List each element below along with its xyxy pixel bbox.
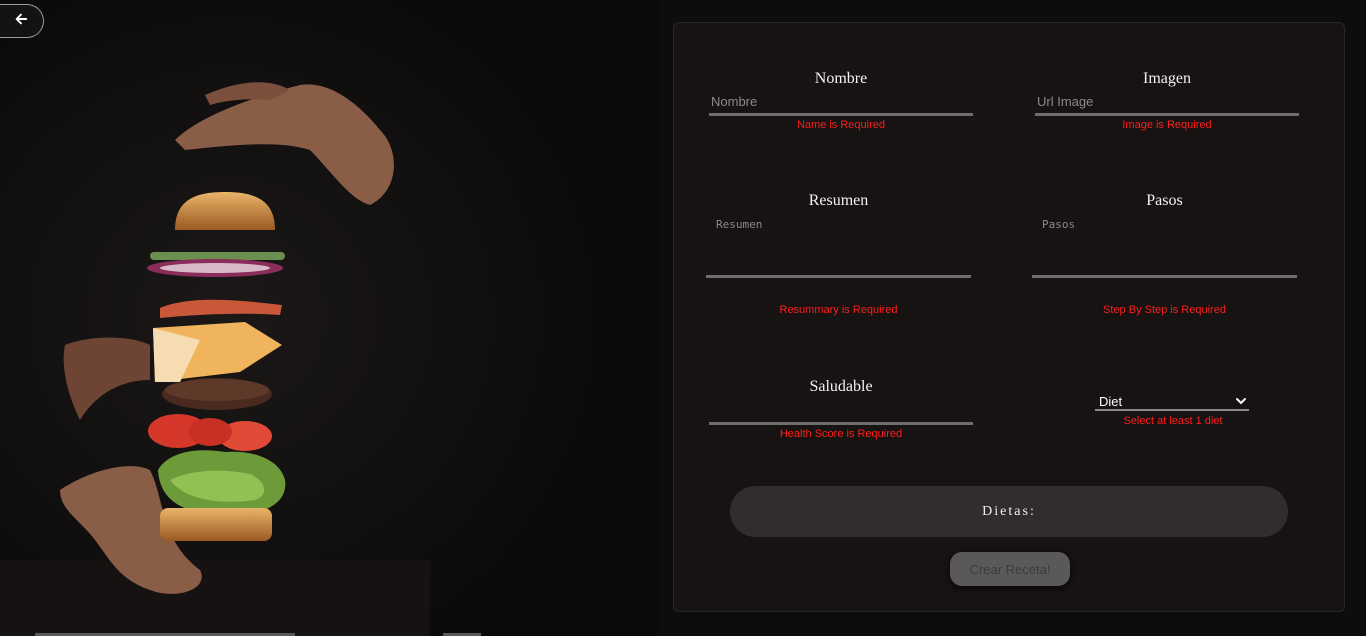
imagen-label: Imagen: [1143, 70, 1191, 87]
nombre-label: Nombre: [814, 70, 868, 87]
resumen-label: Resumen: [808, 192, 869, 209]
diet-select[interactable]: Diet: [1095, 393, 1249, 411]
saludable-label: Saludable: [809, 378, 873, 395]
arrow-left-icon: [14, 12, 28, 31]
nombre-input[interactable]: [709, 90, 973, 116]
pasos-label: Pasos: [1146, 192, 1183, 209]
create-recipe-button[interactable]: Crear Receta!: [950, 552, 1070, 586]
floating-burger-image: [0, 0, 660, 636]
back-button[interactable]: [0, 4, 44, 38]
resumen-error: Resummary is Required: [779, 304, 898, 316]
pasos-textarea[interactable]: [1032, 214, 1297, 278]
health-score-input[interactable]: [709, 401, 973, 425]
dietas-title: Dietas:: [982, 503, 1036, 519]
diet-select-value: Diet: [1099, 393, 1123, 409]
diet-select-error: Select at least 1 diet: [1123, 415, 1223, 427]
nombre-field: Nombre Name is Required: [709, 70, 973, 131]
imagen-field: Imagen Image is Required: [1035, 70, 1299, 131]
pasos-field: Pasos Step By Step is Required: [1032, 192, 1297, 316]
saludable-error: Health Score is Required: [779, 428, 903, 440]
saludable-field: Saludable Health Score is Required: [709, 378, 973, 440]
diet-select-field: Diet Select at least 1 diet: [1095, 393, 1251, 427]
nombre-error: Name is Required: [796, 119, 886, 131]
pasos-error: Step By Step is Required: [1103, 304, 1226, 316]
hero-photo: [0, 0, 660, 636]
resumen-field: Resumen Resummary is Required: [706, 192, 971, 316]
imagen-url-input[interactable]: [1035, 90, 1299, 116]
resumen-textarea[interactable]: [706, 214, 971, 278]
chevron-down-icon: [1235, 396, 1247, 406]
create-recipe-form: Nombre Name is Required Imagen Image is …: [673, 22, 1345, 612]
selected-diets-panel: Dietas:: [730, 486, 1288, 537]
imagen-error: Image is Required: [1122, 119, 1212, 131]
